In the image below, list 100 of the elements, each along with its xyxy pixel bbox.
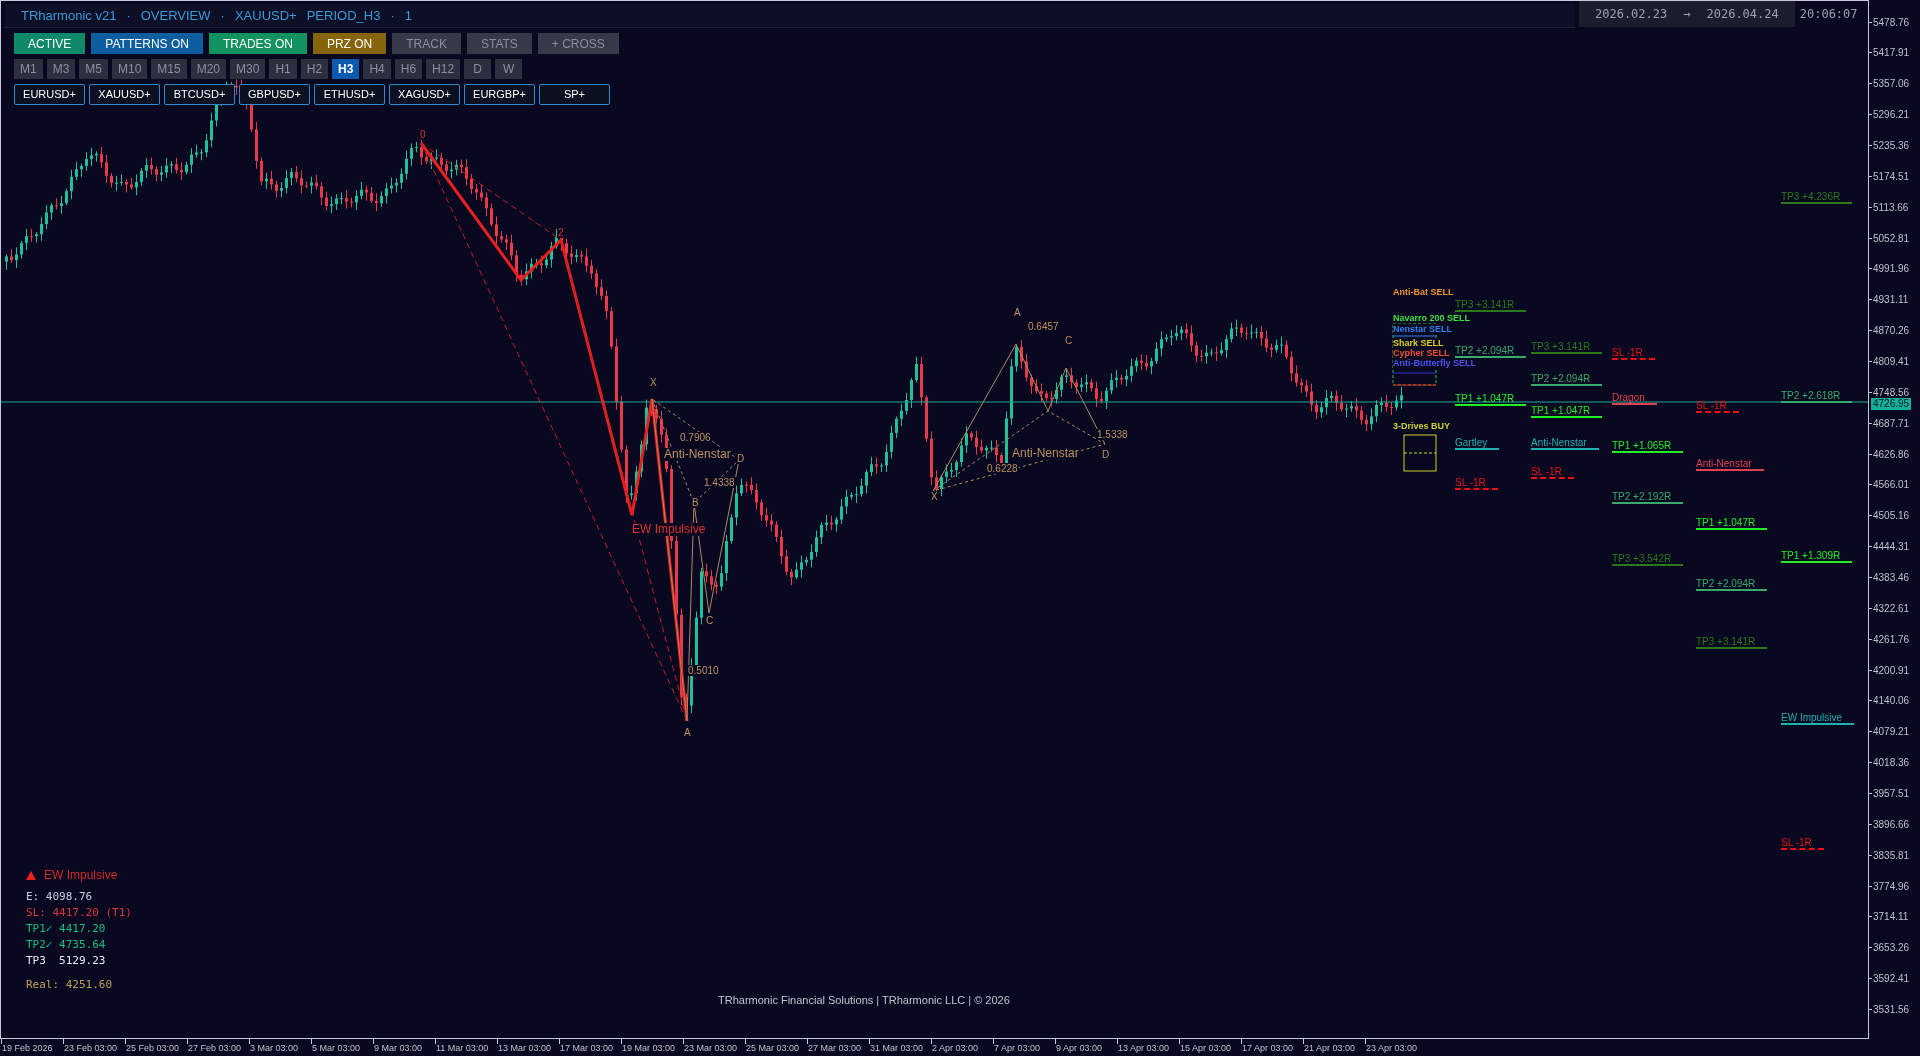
time-label: 15 Apr 03:00 bbox=[1180, 1042, 1232, 1054]
level-label: Gartley bbox=[1455, 437, 1500, 450]
symbol-button[interactable]: GBPUSD+ bbox=[239, 84, 310, 105]
timeframe-tab[interactable]: M1 bbox=[14, 59, 43, 79]
price-label: 4931.11 bbox=[1872, 293, 1909, 308]
pattern-point-label: A bbox=[683, 727, 692, 738]
price-label: 3835.81 bbox=[1872, 848, 1910, 863]
title-text: TRharmonic v21 bbox=[21, 6, 117, 25]
timeframe-tab[interactable]: M30 bbox=[230, 59, 266, 79]
timeframe-tab[interactable]: H4 bbox=[363, 59, 391, 79]
price-label: 4748.56 bbox=[1872, 385, 1910, 399]
level-label: TP3 +3.542R bbox=[1612, 553, 1684, 566]
time-label: 2 Apr 03:00 bbox=[932, 1042, 979, 1054]
price-label: 3774.96 bbox=[1872, 879, 1910, 894]
price-label: 3592.41 bbox=[1872, 972, 1910, 987]
toggle-button[interactable]: PRZ ON bbox=[312, 33, 387, 54]
footer-text: TRharmonic Financial Solutions | TRharmonic LLC | © 2026 bbox=[718, 993, 1010, 1008]
time-label: 17 Mar 03:00 bbox=[560, 1042, 614, 1054]
triangle-up-icon bbox=[26, 870, 36, 880]
symbol-button[interactable]: XAUUSD+ bbox=[89, 84, 160, 105]
time-label: 19 Feb 2026 bbox=[2, 1042, 53, 1054]
timeframe-tab[interactable]: M15 bbox=[151, 59, 187, 79]
pattern-point-label: 2 bbox=[557, 227, 565, 238]
toggle-button[interactable]: + CROSS bbox=[537, 33, 619, 54]
symbol-button[interactable]: BTCUSD+ bbox=[164, 84, 235, 105]
title-text: 1 bbox=[404, 6, 412, 25]
timeframe-tab[interactable]: M10 bbox=[112, 59, 148, 79]
price-label: 5417.91 bbox=[1872, 46, 1910, 61]
pattern-signal-label: Shark SELL bbox=[1393, 338, 1444, 348]
time-label: 9 Mar 03:00 bbox=[374, 1042, 423, 1054]
level-label: Dragon bbox=[1612, 392, 1657, 405]
time-label: 23 Apr 03:00 bbox=[1366, 1042, 1418, 1054]
time-label: 9 Apr 03:00 bbox=[1056, 1042, 1103, 1054]
level-label: TP2 +2.094R bbox=[1455, 345, 1527, 358]
timeframe-tab[interactable]: H1 bbox=[269, 59, 297, 79]
info-line: SL: 4417.20 (T1) bbox=[26, 906, 132, 920]
pattern-point-label: X bbox=[649, 377, 658, 388]
symbol-button[interactable]: XAGUSD+ bbox=[389, 84, 460, 105]
pattern-point-label: C bbox=[1064, 335, 1074, 346]
time-label: 27 Mar 03:00 bbox=[808, 1042, 862, 1054]
level-label: TP3 +3.141R bbox=[1531, 341, 1603, 354]
timeframe-tab[interactable]: W bbox=[495, 59, 523, 79]
current-price-badge: 4726.95 bbox=[1871, 398, 1912, 410]
price-label: 5478.76 bbox=[1872, 15, 1910, 30]
pattern-point-label: 1.4338 bbox=[703, 477, 736, 488]
toggle-button[interactable]: STATS bbox=[466, 33, 532, 54]
symbol-button[interactable]: SP+ bbox=[539, 84, 610, 105]
timeframe-tab[interactable]: H2 bbox=[300, 59, 329, 79]
timeframe-tab[interactable]: H6 bbox=[394, 59, 423, 79]
prz-zone-drawing bbox=[1403, 434, 1437, 472]
symbol-button[interactable]: ETHUSD+ bbox=[314, 84, 385, 105]
timeframe-tab[interactable]: M3 bbox=[46, 59, 76, 79]
price-label: 4261.76 bbox=[1872, 632, 1910, 647]
title-text: XAUUSD+ bbox=[234, 6, 297, 25]
pattern-signal-label: Navarro 200 SELL bbox=[1393, 313, 1471, 323]
time-label: 13 Mar 03:00 bbox=[498, 1042, 552, 1054]
timeframe-tab[interactable]: M5 bbox=[79, 59, 108, 79]
pattern-point-label: D bbox=[1101, 449, 1111, 460]
time-label: 23 Feb 03:00 bbox=[64, 1042, 118, 1054]
time-label: 21 Apr 03:00 bbox=[1304, 1042, 1356, 1054]
timeframe-tab[interactable]: D bbox=[464, 59, 492, 79]
level-label: TP3 +3.141R bbox=[1455, 299, 1527, 312]
pattern-signal-label: 3-Drives BUY bbox=[1393, 421, 1451, 431]
level-label: SL -1R bbox=[1455, 477, 1498, 490]
pattern-point-label: D bbox=[736, 453, 746, 464]
toggle-button[interactable]: TRADES ON bbox=[208, 33, 307, 54]
level-label: TP1 +1.309R bbox=[1781, 550, 1853, 563]
price-label: 3714.11 bbox=[1872, 910, 1909, 925]
price-label: 4322.61 bbox=[1872, 601, 1910, 616]
symbol-button[interactable]: EURUSD+ bbox=[14, 84, 85, 105]
price-label: 4626.86 bbox=[1872, 447, 1910, 462]
toggle-button[interactable]: PATTERNS ON bbox=[91, 33, 203, 54]
pattern-point-label: Anti-Nenstar bbox=[1011, 447, 1080, 460]
time-label: 31 Mar 03:00 bbox=[870, 1042, 924, 1054]
info-line: E: 4098.76 bbox=[26, 890, 94, 904]
info-line: TP1✓ 4417.20 bbox=[26, 922, 107, 936]
time-label: 17 Apr 03:00 bbox=[1242, 1042, 1294, 1054]
level-label: TP2 +2.094R bbox=[1696, 578, 1768, 591]
time-label: 13 Apr 03:00 bbox=[1118, 1042, 1170, 1054]
price-label: 4991.96 bbox=[1872, 262, 1910, 277]
toggle-button[interactable]: TRACK bbox=[392, 33, 461, 54]
timeframe-tab[interactable]: M20 bbox=[190, 59, 227, 79]
price-label: 5052.81 bbox=[1872, 231, 1910, 246]
level-label: TP3 +4.236R bbox=[1781, 191, 1853, 204]
price-label: 4809.41 bbox=[1872, 354, 1910, 369]
title-text: · bbox=[126, 6, 131, 25]
symbol-button[interactable]: EURGBP+ bbox=[464, 84, 535, 105]
level-label: SL -1R bbox=[1531, 466, 1574, 479]
timeframe-tab[interactable]: H3 bbox=[332, 59, 360, 79]
time-label: 7 Apr 03:00 bbox=[994, 1042, 1041, 1054]
pattern-signal-label: Anti-Butterfly SELL bbox=[1393, 358, 1476, 368]
toggle-button[interactable]: ACTIVE bbox=[14, 33, 86, 54]
price-label: 3653.26 bbox=[1872, 941, 1910, 956]
level-label: TP1 +1.047R bbox=[1696, 517, 1768, 530]
time-label: 25 Mar 03:00 bbox=[746, 1042, 800, 1054]
level-label: TP2 +2.094R bbox=[1531, 373, 1603, 386]
title-text: · bbox=[390, 6, 395, 25]
price-label: 3957.51 bbox=[1872, 787, 1910, 801]
price-label: 5357.06 bbox=[1872, 77, 1910, 92]
timeframe-tab[interactable]: H12 bbox=[426, 59, 461, 79]
